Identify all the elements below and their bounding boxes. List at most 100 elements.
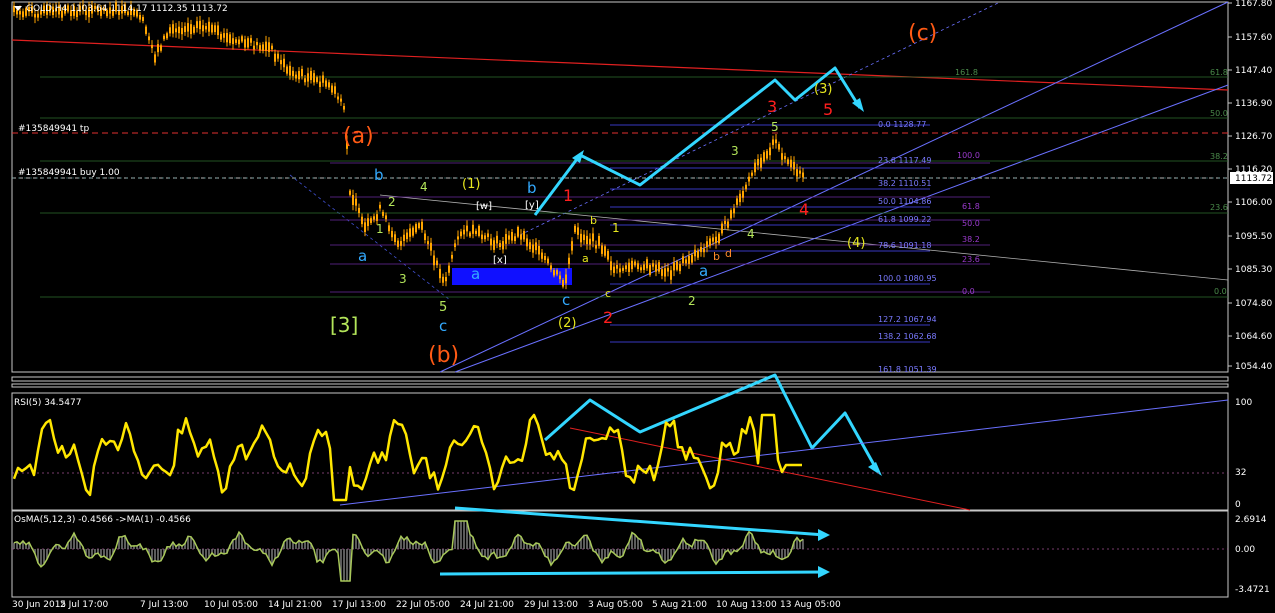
candle-body <box>190 24 192 35</box>
candle-body <box>568 257 570 265</box>
candle-body <box>361 216 363 225</box>
candle-body <box>262 44 264 51</box>
candle-body <box>256 42 258 46</box>
time-tick-label: 22 Jul 05:00 <box>396 600 450 610</box>
osma-tick-label: 2.6914 <box>1235 515 1267 525</box>
candle-body <box>445 277 447 282</box>
candle-body <box>409 228 411 237</box>
candle-body <box>472 224 474 234</box>
wave-arrows <box>439 66 880 576</box>
candle-body <box>703 248 705 253</box>
candle-body <box>556 270 558 275</box>
price-axis: 1167.801157.601147.401136.901126.701116.… <box>1228 0 1272 372</box>
candle-body <box>175 28 177 33</box>
candle-body <box>394 234 396 243</box>
price-tick: 1085.30 <box>1228 265 1272 275</box>
fib-label: 38.2 1110.51 <box>878 179 931 188</box>
time-tick-label: 29 Jul 13:00 <box>524 600 578 610</box>
candle-body <box>712 237 714 242</box>
candle-body <box>637 263 639 270</box>
candle-body <box>706 241 708 248</box>
wave-4-red: 4 <box>799 200 809 219</box>
time-tick-label: 14 Jul 21:00 <box>268 600 322 610</box>
time-tick-label: 13 Aug 05:00 <box>780 600 841 610</box>
candle-body <box>169 27 171 34</box>
time-tick-label: 10 Jul 05:00 <box>204 600 258 610</box>
candle-body <box>271 45 273 50</box>
wave-5-red: 5 <box>823 100 833 119</box>
candle-body <box>622 267 624 271</box>
candle-body <box>529 242 531 250</box>
rsi-tick-label: 32 <box>1235 468 1246 478</box>
wave-a-cyan-3: a <box>699 262 708 280</box>
candle-body <box>667 267 669 272</box>
candle-body <box>247 38 249 48</box>
candle-body <box>307 73 309 82</box>
candle-body <box>553 270 555 276</box>
candle-body <box>784 156 786 160</box>
candle-body <box>223 33 225 38</box>
candle-body <box>391 231 393 238</box>
fib-label: 38.2 <box>962 235 980 244</box>
price-tick: 1147.40 <box>1228 66 1272 76</box>
candle-body <box>370 218 372 223</box>
candle-body <box>619 268 621 273</box>
price-tick-label: 1167.80 <box>1235 0 1272 9</box>
candle-body <box>415 224 417 233</box>
wave-2-green-1: 2 <box>388 195 396 209</box>
candle-body <box>673 262 675 271</box>
price-tick-label: 1126.70 <box>1235 132 1272 142</box>
candle-body <box>688 255 690 264</box>
candle-body <box>655 264 657 272</box>
candle-body <box>733 208 735 214</box>
candle-body <box>334 86 336 94</box>
wave-4-paren: (4) <box>847 236 865 251</box>
candle-body <box>343 105 345 110</box>
candle-body <box>517 227 519 237</box>
fib-label: 100.0 1080.95 <box>878 274 937 283</box>
candle-body <box>475 230 477 234</box>
wave-c-cyan-1: c <box>439 317 447 335</box>
candle-body <box>718 233 720 244</box>
candle-body <box>277 53 279 59</box>
candle-body <box>301 68 303 77</box>
candle-body <box>286 66 288 74</box>
candle-body <box>430 242 432 251</box>
rsi-series <box>12 413 802 502</box>
wave-c-cyan-2: c <box>562 291 570 309</box>
candle-body <box>562 280 564 287</box>
candle-body <box>442 276 444 283</box>
candle-body <box>802 172 804 178</box>
price-tick: 1136.90 <box>1228 99 1272 109</box>
candle-body <box>487 233 489 238</box>
candle-body <box>796 169 798 177</box>
candle-body <box>565 274 567 284</box>
candle-body <box>199 20 201 30</box>
candle-body <box>232 38 234 45</box>
candle-body <box>580 233 582 243</box>
wave-3-green-2: 3 <box>731 144 739 158</box>
price-tick: 1095.50 <box>1228 232 1272 242</box>
wave-a-yellow: a <box>582 252 589 265</box>
candle-body <box>709 238 711 246</box>
candle-body <box>745 184 747 190</box>
candle-body <box>766 150 768 159</box>
candle-body <box>331 85 333 93</box>
candle-body <box>289 65 291 76</box>
candle-body <box>166 33 168 39</box>
chart-header: GOLD,H4 1103.64 1114.17 1112.35 1113.72 <box>14 4 228 15</box>
candle-body <box>397 240 399 247</box>
candle-body <box>547 258 549 264</box>
candle-body <box>424 233 426 241</box>
candle-body <box>775 139 777 144</box>
fib-label: 0.0 1128.77 <box>878 120 926 129</box>
candle-body <box>352 195 354 205</box>
wave-b-orange: b <box>713 250 720 263</box>
candle-body <box>778 144 780 150</box>
candle-body <box>214 25 216 33</box>
candle-body <box>355 198 357 206</box>
menu-triangle-icon[interactable] <box>14 6 22 11</box>
candle-body <box>379 204 381 209</box>
candle-body <box>373 216 375 220</box>
candle-body <box>763 152 765 162</box>
